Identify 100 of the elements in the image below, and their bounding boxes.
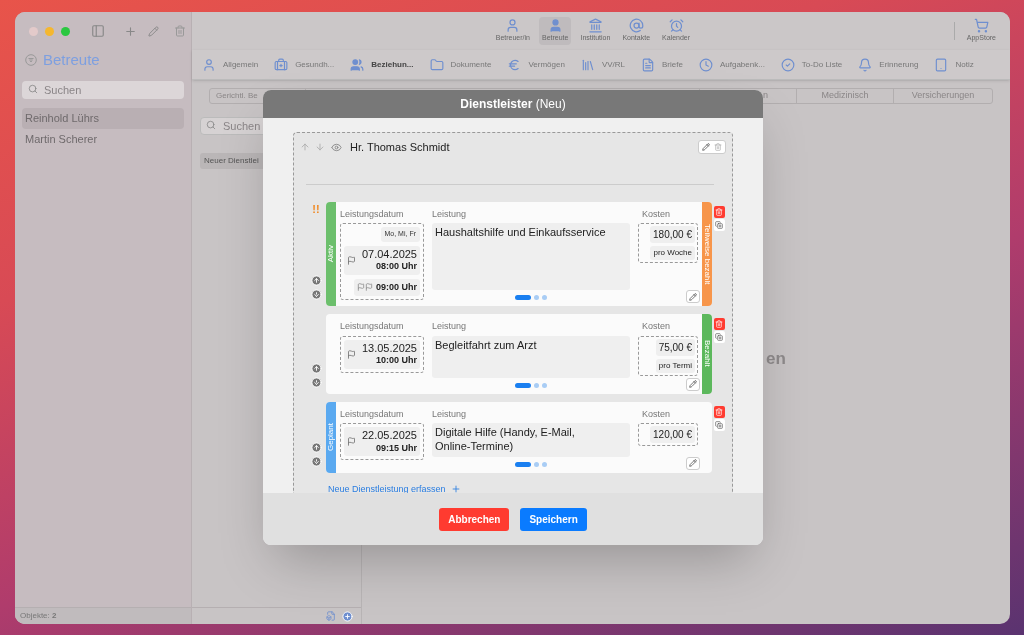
section-tab[interactable]: Briefe	[641, 57, 683, 72]
add-service-link[interactable]: Neue Dienstleistung erfassen	[328, 482, 446, 493]
edit-button[interactable]	[686, 290, 700, 303]
move-up-icon[interactable]	[310, 275, 322, 286]
service-field[interactable]: Haushaltshilfe und Einkaufsservice	[432, 223, 630, 290]
alarm-clock-icon	[668, 18, 684, 34]
plus-icon[interactable]	[450, 484, 461, 493]
move-down-icon[interactable]	[310, 289, 322, 300]
field-label: Leistung	[432, 320, 468, 333]
delete-button[interactable]	[713, 318, 725, 330]
field-label: Leistungsdatum	[340, 320, 405, 333]
delete-button[interactable]	[713, 205, 725, 218]
check-circle-icon	[780, 57, 795, 72]
period: pro Woche	[650, 246, 695, 260]
delete-button[interactable]	[713, 405, 725, 418]
at-sign-icon	[628, 18, 644, 34]
search-field[interactable]: Suchen	[22, 81, 184, 99]
trash-icon[interactable]	[174, 25, 186, 37]
add-icon[interactable]	[342, 610, 353, 622]
medical-case-icon	[274, 57, 289, 72]
edit-button[interactable]	[686, 377, 700, 391]
search-icon	[206, 120, 216, 130]
section-tab[interactable]: Gesundh...	[274, 57, 335, 72]
person-icon	[547, 18, 563, 34]
status-tag: Bezahlt	[702, 314, 712, 394]
tablet-icon	[934, 57, 949, 72]
add-icon[interactable]	[124, 24, 137, 38]
cost-box[interactable]: 75,00 € pro Termi	[638, 335, 698, 376]
period: pro Termi	[655, 358, 695, 373]
status-tag: Teilweise bezahlt	[702, 201, 712, 306]
duplicate-button[interactable]	[713, 218, 725, 231]
section-tab[interactable]: Beziehun...	[350, 57, 414, 72]
document-icon[interactable]	[326, 611, 336, 621]
date-box[interactable]: 22.05.2025 09:15 Uhr	[340, 423, 424, 460]
amount: 75,00 €	[655, 338, 695, 356]
cancel-button[interactable]: Abbrechen	[439, 507, 510, 531]
move-down-icon[interactable]	[310, 455, 322, 467]
person-icon	[202, 57, 216, 72]
duplicate-button[interactable]	[713, 418, 725, 431]
start-date: 22.05.2025	[361, 429, 417, 443]
move-up-icon[interactable]	[310, 362, 322, 374]
warning-mark: !!	[312, 203, 320, 215]
section-tab[interactable]: Erinnerung	[858, 57, 919, 72]
save-button[interactable]: Speichern	[520, 507, 587, 531]
amount: 180,00 €	[650, 226, 695, 243]
sidebar-title: Betreute	[43, 49, 100, 70]
field-label: Kosten	[641, 320, 672, 333]
sidebar-item[interactable]: Reinhold Lührs	[22, 108, 184, 129]
amount: 120,00 €	[650, 426, 695, 443]
move-down-icon[interactable]	[315, 142, 325, 153]
start-time: 09:15 Uhr	[375, 442, 417, 454]
date-box[interactable]: 13.05.2025 10:00 Uhr	[340, 335, 424, 373]
flag-icon	[347, 437, 356, 446]
service-field[interactable]: Digitale Hilfe (Handy, E-Mail, Online-Termine)	[432, 423, 630, 457]
section-tab[interactable]: Dokumente	[429, 57, 492, 72]
cost-box[interactable]: 120,00 €	[638, 423, 698, 446]
pencil-icon[interactable]	[148, 25, 159, 37]
service-field[interactable]: Begleitfahrt zum Arzt	[432, 335, 630, 378]
duplicate-button[interactable]	[713, 331, 725, 343]
bell-icon	[858, 57, 873, 72]
section-tab[interactable]: Vermögen	[507, 57, 565, 72]
edit-delete-group[interactable]	[698, 140, 726, 155]
start-time: 08:00 Uhr	[375, 261, 417, 273]
search-icon	[28, 84, 38, 94]
section-tab[interactable]: VV/RL	[580, 57, 626, 72]
trash-icon[interactable]	[714, 143, 722, 152]
field-label: Kosten	[641, 207, 672, 221]
start-date: 07.04.2025	[361, 247, 417, 262]
section-tab[interactable]: Allgemein	[202, 57, 259, 72]
eye-icon[interactable]	[331, 141, 342, 153]
field-label: Leistungsdatum	[340, 407, 405, 421]
start-time: 10:00 Uhr	[375, 355, 417, 367]
section-tab[interactable]: To-Do Liste	[780, 57, 843, 72]
section-tab[interactable]: Aufgabenk...	[698, 57, 765, 72]
filter-icon[interactable]	[25, 54, 37, 66]
sidebar-toggle-icon[interactable]	[91, 24, 105, 38]
dialog-title: Dienstleister (Neu)	[460, 96, 566, 113]
empty-state-text: en	[766, 348, 786, 371]
edit-button[interactable]	[686, 456, 700, 470]
section-tab[interactable]: Notiz	[934, 57, 974, 72]
segment-tab[interactable]: Medizinisch	[797, 89, 894, 103]
move-up-icon[interactable]	[310, 441, 322, 453]
move-down-icon[interactable]	[310, 376, 322, 388]
sidebar-item[interactable]: Martin Scherer	[22, 129, 184, 150]
flags-icon	[356, 283, 373, 292]
person-icon	[505, 18, 521, 34]
field-label: Leistung	[432, 207, 468, 221]
field-label: Kosten	[641, 407, 672, 421]
landmark-icon	[587, 18, 603, 34]
document-icon	[641, 57, 656, 72]
field-label: Leistung	[432, 407, 468, 421]
status-tag: Geplant	[326, 401, 336, 473]
status-tag: Aktiv	[326, 201, 336, 306]
clock-icon	[698, 57, 713, 72]
end-time: 09:00 Uhr	[375, 280, 417, 294]
cart-icon	[973, 18, 989, 34]
pencil-icon[interactable]	[702, 143, 710, 152]
books-icon	[580, 57, 595, 72]
cost-box[interactable]: 180,00 € pro Woche	[638, 223, 698, 263]
start-date: 13.05.2025	[361, 341, 417, 356]
